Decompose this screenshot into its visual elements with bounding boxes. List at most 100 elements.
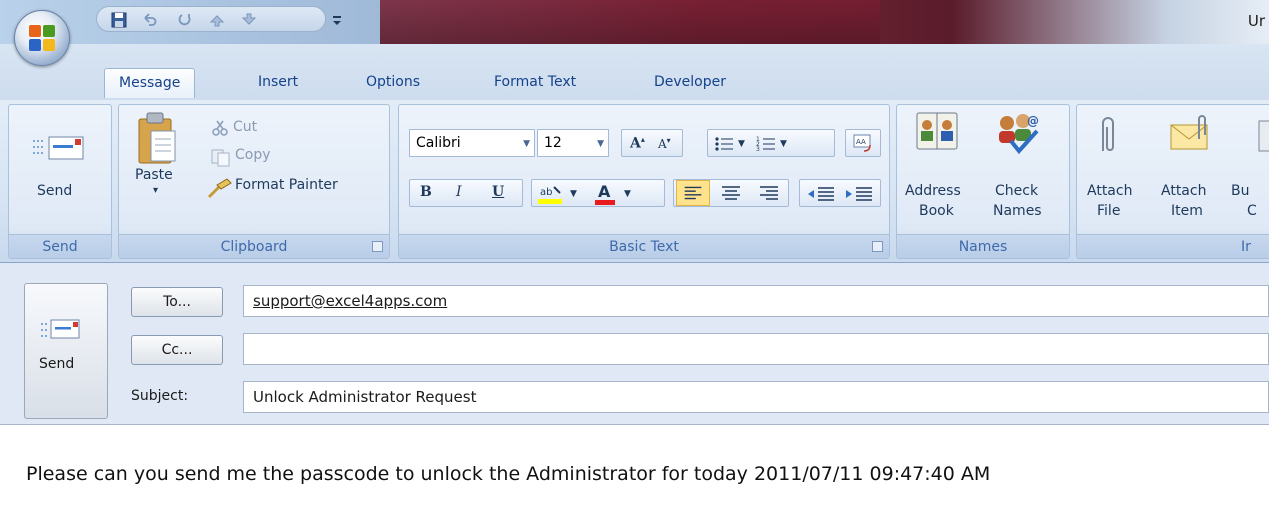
send-button-label: Send [39, 356, 75, 372]
shrink-font-icon[interactable]: A▾ [658, 136, 671, 151]
subject-field[interactable]: Unlock Administrator Request [243, 381, 1269, 413]
office-button[interactable] [14, 10, 70, 66]
check-names-line1[interactable]: Check [995, 183, 1038, 199]
copy-button[interactable]: Copy [235, 147, 271, 163]
clipboard-group-label: Clipboard [119, 234, 389, 258]
chevron-down-icon[interactable]: ▼ [624, 189, 631, 199]
format-painter-button[interactable]: Format Painter [235, 177, 338, 193]
business-card-line2[interactable]: C [1247, 203, 1257, 219]
cut-button[interactable]: Cut [233, 119, 257, 135]
to-button[interactable]: To... [131, 287, 223, 317]
arrow-down-icon[interactable] [241, 12, 257, 28]
chevron-down-icon: ▼ [523, 139, 530, 149]
include-group: Attach File Attach Item Bu C Ir [1076, 104, 1269, 259]
clipboard-dialog-launcher[interactable] [372, 241, 383, 252]
bold-button[interactable]: B [420, 184, 432, 200]
bullets-icon[interactable] [714, 135, 734, 153]
basic-text-dialog-launcher[interactable] [872, 241, 883, 252]
svg-text:AA: AA [856, 138, 866, 146]
font-size-combo[interactable]: 12 ▼ [537, 129, 609, 157]
paperclip-icon [1102, 117, 1114, 151]
numbering-icon[interactable]: 1 2 3 [756, 135, 776, 153]
address-book-icon [916, 112, 958, 150]
font-name-combo[interactable]: Calibri ▼ [409, 129, 535, 157]
tab-message[interactable]: Message [104, 68, 196, 98]
increase-indent-icon[interactable] [842, 182, 876, 206]
underline-button[interactable]: U [492, 184, 504, 200]
customize-qat-icon[interactable] [329, 12, 345, 28]
paste-button[interactable]: Paste [135, 167, 173, 183]
highlight-icon[interactable]: ab [538, 183, 564, 205]
svg-text:ab: ab [540, 187, 552, 198]
italic-button[interactable]: I [456, 184, 462, 200]
send-group-label: Send [9, 234, 111, 258]
subject-label: Subject: [131, 388, 189, 404]
basic-text-group-label: Basic Text [399, 234, 889, 258]
include-group-label: Ir [1077, 234, 1269, 258]
names-group-label: Names [897, 234, 1069, 258]
basic-text-group: Calibri ▼ 12 ▼ A▴ A▾ ▼ 1 2 3 ▼ AA B I U … [398, 104, 890, 259]
to-field[interactable]: support@excel4apps.com [243, 285, 1269, 317]
check-names-icon: @ [999, 114, 1039, 155]
send-icon [41, 319, 80, 339]
business-card-icon [1258, 120, 1269, 152]
tab-format-text[interactable]: Format Text [480, 68, 590, 98]
window-title: Ur [1247, 12, 1265, 30]
attach-item-line2[interactable]: Item [1171, 203, 1203, 219]
alignment-buttons [673, 179, 789, 207]
styles-icon: AA [853, 134, 871, 152]
list-buttons: ▼ 1 2 3 ▼ [707, 129, 835, 157]
font-size-value: 12 [544, 135, 562, 151]
undo-icon[interactable] [141, 12, 157, 28]
tab-insert[interactable]: Insert [244, 68, 312, 98]
styles-button[interactable]: AA [845, 129, 881, 157]
align-center-icon[interactable] [714, 180, 748, 206]
svg-text:3: 3 [756, 146, 760, 153]
redo-icon[interactable] [177, 12, 193, 28]
paste-icon [138, 112, 176, 164]
address-book-line2[interactable]: Book [919, 203, 954, 219]
address-book-line1[interactable]: Address [905, 183, 961, 199]
chevron-down-icon[interactable]: ▼ [780, 139, 787, 149]
bold-italic-underline-buttons: B I U [409, 179, 523, 207]
chevron-down-icon[interactable]: ▼ [738, 139, 745, 149]
attach-file-line2[interactable]: File [1097, 203, 1120, 219]
cc-field[interactable] [243, 333, 1269, 365]
check-names-line2[interactable]: Names [993, 203, 1042, 219]
grow-font-icon[interactable]: A▴ [630, 134, 645, 152]
chevron-down-icon[interactable]: ▼ [570, 189, 577, 199]
attach-file-line1[interactable]: Attach [1087, 183, 1132, 199]
cc-button[interactable]: Cc... [131, 335, 223, 365]
title-bar-glow [380, 0, 880, 44]
send-group: Send Send [8, 104, 112, 259]
names-group: @ Address Book Check Names Names [896, 104, 1070, 259]
font-color-icon[interactable]: A [594, 182, 616, 206]
send-button[interactable]: Send [24, 283, 108, 419]
quick-access-toolbar [96, 6, 341, 32]
clipboard-group: Paste ▾ Cut Copy Format Painter Clipboar… [118, 104, 390, 259]
business-card-line1[interactable]: Bu [1231, 183, 1249, 199]
title-bar: Ur [0, 0, 1269, 44]
arrow-up-icon[interactable] [209, 12, 225, 28]
message-body[interactable]: Please can you send me the passcode to u… [0, 424, 1269, 527]
svg-text:A: A [598, 182, 611, 201]
ribbon-tabs: Message Insert Options Format Text Devel… [0, 44, 1269, 102]
tab-options[interactable]: Options [352, 68, 434, 98]
align-right-icon[interactable] [752, 180, 786, 206]
cut-icon [212, 120, 228, 136]
svg-text:@: @ [1027, 114, 1039, 128]
align-left-icon[interactable] [676, 180, 710, 206]
copy-icon [211, 149, 230, 167]
save-icon[interactable] [111, 12, 127, 28]
send-ribbon-button[interactable]: Send [37, 183, 72, 199]
grow-shrink-font-buttons: A▴ A▾ [621, 129, 683, 157]
format-painter-icon [207, 178, 232, 199]
send-icon [33, 136, 84, 160]
ribbon: Send Send Paste ▾ Cut Copy Format Painte… [0, 100, 1269, 263]
paste-dropdown-icon[interactable]: ▾ [153, 185, 158, 196]
font-name-value: Calibri [416, 135, 461, 151]
decrease-indent-icon[interactable] [804, 182, 838, 206]
envelope-icon [1170, 115, 1208, 150]
attach-item-line1[interactable]: Attach [1161, 183, 1206, 199]
tab-developer[interactable]: Developer [640, 68, 740, 98]
